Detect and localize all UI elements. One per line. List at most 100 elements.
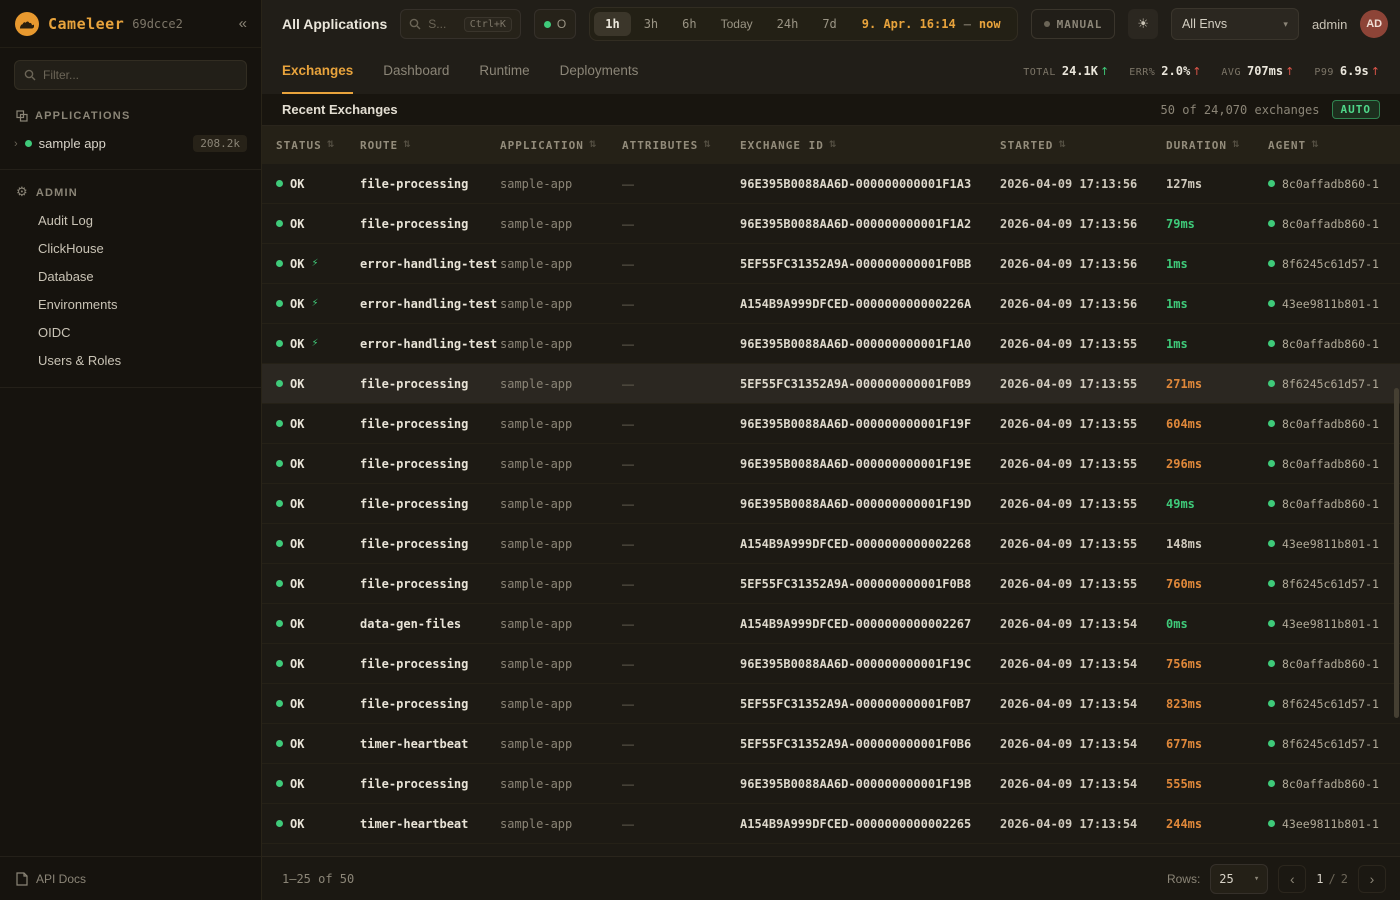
sidebar-item-environments[interactable]: Environments: [0, 291, 261, 319]
exchange-row[interactable]: OK ⚡ error-handling-test sample-app — 5E…: [262, 244, 1400, 284]
agent-status-dot: [1268, 380, 1275, 387]
agent-status-dot: [1268, 780, 1275, 787]
exchange-row[interactable]: OK ⚡ data-gen-files sample-app — A154B9A…: [262, 604, 1400, 644]
online-filter-toggle[interactable]: O: [534, 9, 576, 39]
exchange-row[interactable]: OK ⚡ file-processing sample-app — 96E395…: [262, 764, 1400, 804]
attributes-cell: —: [622, 497, 740, 511]
column-header-application[interactable]: APPLICATION⇅: [500, 139, 622, 152]
exchange-row[interactable]: OK ⚡ error-handling-test sample-app — A1…: [262, 284, 1400, 324]
sidebar-item-database[interactable]: Database: [0, 263, 261, 291]
agent-status-dot: [1268, 580, 1275, 587]
avatar[interactable]: AD: [1360, 10, 1388, 38]
tab-deployments[interactable]: Deployments: [560, 48, 639, 94]
sidebar-item-oidc[interactable]: OIDC: [0, 319, 261, 347]
exchange-row[interactable]: OK ⚡ file-processing sample-app — 5EF55F…: [262, 684, 1400, 724]
exchange-row[interactable]: OK ⚡ file-processing sample-app — 96E395…: [262, 484, 1400, 524]
exchange-id-cell: A154B9A999DFCED-000000000000226A: [740, 297, 1000, 311]
exchange-row[interactable]: OK ⚡ file-processing sample-app — 96E395…: [262, 444, 1400, 484]
instance-id: 69dcce2: [132, 17, 183, 31]
column-header-attributes[interactable]: ATTRIBUTES⇅: [622, 139, 740, 152]
started-cell: 2026-04-09 17:13:54: [1000, 617, 1166, 631]
time-range-24h[interactable]: 24h: [766, 12, 810, 36]
agent-cell: 43ee9811b801-1: [1268, 297, 1400, 311]
application-cell: sample-app: [500, 297, 622, 311]
status-ok-dot: [276, 500, 283, 507]
exchange-row[interactable]: OK ⚡ file-processing sample-app — A154B9…: [262, 524, 1400, 564]
time-range-1h[interactable]: 1h: [594, 12, 630, 36]
tab-exchanges[interactable]: Exchanges: [282, 48, 353, 94]
exchange-row[interactable]: OK ⚡ file-processing sample-app — 5EF55F…: [262, 564, 1400, 604]
status-cell: OK ⚡: [276, 817, 360, 831]
exchange-row[interactable]: OK ⚡ error-handling-test sample-app — 96…: [262, 324, 1400, 364]
status-cell: OK ⚡: [276, 377, 360, 391]
agent-cell: 8f6245c61d57-1: [1268, 737, 1400, 751]
agent-status-dot: [1268, 620, 1275, 627]
agent-status-dot: [1268, 820, 1275, 827]
attributes-cell: —: [622, 337, 740, 351]
exchange-row[interactable]: OK ⚡ file-processing sample-app — 96E395…: [262, 404, 1400, 444]
status-ok-dot: [276, 340, 283, 347]
duration-cell: 756ms: [1166, 657, 1268, 671]
exchange-id-cell: 96E395B0088AA6D-000000000001F1A2: [740, 217, 1000, 231]
duration-cell: 79ms: [1166, 217, 1268, 231]
chevron-down-icon: ▾: [1283, 19, 1288, 30]
rows-per-page-select[interactable]: 25 ▾: [1210, 864, 1268, 894]
column-header-started[interactable]: STARTED⇅: [1000, 139, 1166, 152]
status-ok-dot: [276, 540, 283, 547]
started-cell: 2026-04-09 17:13:55: [1000, 497, 1166, 511]
exchange-row[interactable]: OK ⚡ timer-heartbeat sample-app — A154B9…: [262, 804, 1400, 844]
application-cell: sample-app: [500, 257, 622, 271]
status-cell: OK ⚡: [276, 617, 360, 631]
exchange-row[interactable]: OK ⚡ timer-heartbeat sample-app — 5EF55F…: [262, 724, 1400, 764]
sidebar-item-sample-app[interactable]: › sample app 208.2k: [0, 130, 261, 157]
attributes-cell: —: [622, 177, 740, 191]
exchange-row[interactable]: OK ⚡ file-processing sample-app — 96E395…: [262, 644, 1400, 684]
column-header-agent[interactable]: AGENT⇅: [1268, 139, 1400, 152]
route-cell: file-processing: [360, 577, 500, 591]
manual-status-dot: [1044, 21, 1050, 27]
scrollbar[interactable]: [1394, 388, 1399, 718]
sidebar-item-clickhouse[interactable]: ClickHouse: [0, 235, 261, 263]
exchange-row[interactable]: OK ⚡ file-processing sample-app — 5EF55F…: [262, 364, 1400, 404]
range-separator: —: [964, 17, 971, 31]
sidebar-filter[interactable]: [14, 60, 247, 90]
sidebar-filter-input[interactable]: [43, 68, 237, 82]
env-select[interactable]: All Envs ▾: [1171, 8, 1299, 40]
agent-cell: 43ee9811b801-1: [1268, 537, 1400, 551]
column-header-status[interactable]: STATUS⇅: [276, 139, 360, 152]
time-range-7d[interactable]: 7d: [811, 12, 847, 36]
sidebar-item-users-roles[interactable]: Users & Roles: [0, 347, 261, 375]
sidebar-item-audit-log[interactable]: Audit Log: [0, 207, 261, 235]
table-footer: 1–25 of 50 Rows: 25 ▾ ‹ 1 / 2 ›: [262, 856, 1400, 900]
agent-cell: 8f6245c61d57-1: [1268, 577, 1400, 591]
theme-toggle-button[interactable]: ☀: [1128, 9, 1158, 39]
column-header-duration[interactable]: DURATION⇅: [1166, 139, 1268, 152]
prev-page-button[interactable]: ‹: [1278, 865, 1306, 893]
exchange-row[interactable]: OK ⚡ file-processing sample-app — 96E395…: [262, 204, 1400, 244]
attributes-cell: —: [622, 577, 740, 591]
column-header-exchange-id[interactable]: EXCHANGE ID⇅: [740, 139, 1000, 152]
main-content: All Applications S... Ctrl+K O 1h 3h 6h …: [262, 0, 1400, 900]
sidebar-item-api-docs[interactable]: API Docs: [0, 856, 261, 900]
time-range-display[interactable]: 9. Apr. 16:14 — now: [862, 17, 1001, 31]
exchange-row[interactable]: OK ⚡ file-processing sample-app — 96E395…: [262, 164, 1400, 204]
global-search-input[interactable]: S... Ctrl+K: [400, 9, 521, 39]
sort-icon: ⇅: [703, 140, 712, 150]
sidebar-collapse-button[interactable]: «: [239, 15, 247, 32]
column-header-route[interactable]: ROUTE⇅: [360, 139, 500, 152]
agent-status-dot: [1268, 740, 1275, 747]
next-page-button[interactable]: ›: [1358, 865, 1386, 893]
route-cell: file-processing: [360, 457, 500, 471]
tab-dashboard[interactable]: Dashboard: [383, 48, 449, 94]
time-range-3h[interactable]: 3h: [633, 12, 669, 36]
tab-runtime[interactable]: Runtime: [479, 48, 529, 94]
manual-mode-button[interactable]: MANUAL: [1031, 9, 1116, 39]
pagination-controls: Rows: 25 ▾ ‹ 1 / 2 ›: [1167, 864, 1386, 894]
time-range-6h[interactable]: 6h: [671, 12, 707, 36]
exchange-id-cell: A154B9A999DFCED-0000000000002265: [740, 817, 1000, 831]
sort-icon: ⇅: [403, 140, 412, 150]
auto-refresh-badge[interactable]: AUTO: [1332, 100, 1381, 119]
duration-cell: 127ms: [1166, 177, 1268, 191]
time-range-today[interactable]: Today: [710, 12, 764, 36]
app-root: Cameleer 69dcce2 « APPLICATIONS › sample…: [0, 0, 1400, 900]
